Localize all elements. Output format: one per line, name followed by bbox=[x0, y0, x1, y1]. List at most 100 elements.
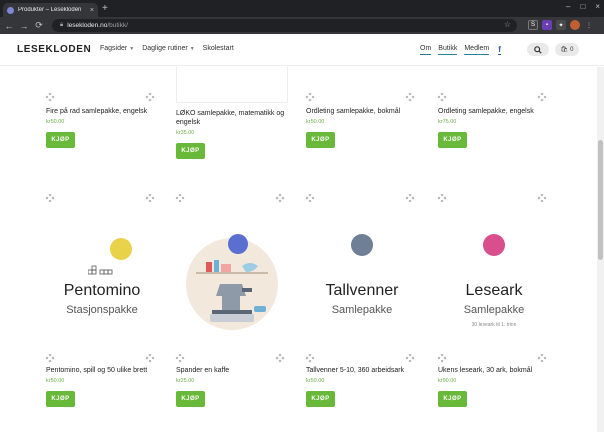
close-window-button[interactable]: × bbox=[595, 2, 600, 11]
product-subtitle: Samlepakke bbox=[463, 304, 525, 316]
product-name[interactable]: Ordleting samlepakke, bokmål bbox=[306, 107, 418, 116]
nav-item-fagsider[interactable]: Fagsider ▼ bbox=[100, 45, 134, 52]
corner-dots bbox=[305, 353, 315, 363]
product-image[interactable]: Leseark Samlepakke 30 leseark til 1. tri… bbox=[437, 193, 550, 366]
search-icon bbox=[534, 45, 542, 54]
product-name[interactable]: Ordleting samlepakke, engelsk bbox=[438, 107, 550, 116]
product-price: kr50.00 bbox=[46, 378, 65, 384]
nav-label: Daglige rutiner bbox=[142, 45, 188, 52]
cart-button[interactable]: 🛍︎ 0 bbox=[555, 43, 579, 56]
product-card[interactable]: Leseark Samlepakke 30 leseark til 1. tri… bbox=[437, 193, 550, 407]
facebook-icon[interactable]: f bbox=[498, 45, 501, 55]
buy-button[interactable]: KJØP bbox=[46, 391, 75, 407]
corner-dots bbox=[175, 353, 185, 363]
nav-label: Fagsider bbox=[100, 45, 128, 52]
corner-dots bbox=[145, 353, 155, 363]
product-image[interactable] bbox=[437, 67, 550, 107]
buy-button[interactable]: KJØP bbox=[46, 132, 75, 148]
buy-button[interactable]: KJØP bbox=[306, 391, 335, 407]
url-text: lesekloden.no/butikk/ bbox=[67, 22, 128, 29]
product-image[interactable] bbox=[305, 67, 418, 107]
product-card[interactable]: Spander en kaffe kr25.00 KJØP bbox=[175, 193, 288, 407]
globe-logo-icon bbox=[351, 234, 373, 256]
corner-dots bbox=[45, 92, 55, 102]
product-subtitle: Stasjonspakke bbox=[66, 304, 138, 316]
corner-dots bbox=[45, 193, 55, 203]
product-price: kr35.00 bbox=[176, 130, 195, 136]
nav-item-skolestart[interactable]: Skolestart bbox=[203, 45, 234, 52]
extension-purple-icon[interactable]: ▪ bbox=[542, 20, 552, 30]
reload-button[interactable]: ⟳ bbox=[33, 20, 45, 31]
product-price: kr50.00 bbox=[46, 119, 65, 125]
buy-button[interactable]: KJØP bbox=[438, 132, 467, 148]
buy-button[interactable]: KJØP bbox=[438, 391, 467, 407]
minimize-button[interactable]: – bbox=[566, 2, 570, 11]
url-host: lesekloden.no bbox=[67, 22, 108, 29]
nav-link-butikk[interactable]: Butikk bbox=[438, 45, 458, 55]
extensions-area: S ▪ ✦ ⋮ bbox=[528, 20, 594, 30]
product-image[interactable]: Pentomino Stasjonspakke bbox=[45, 193, 158, 366]
corner-dots bbox=[437, 92, 447, 102]
product-name[interactable]: Fire på rad samlepakke, engelsk bbox=[46, 107, 158, 116]
search-button[interactable] bbox=[527, 43, 549, 56]
chevron-down-icon: ▼ bbox=[129, 46, 135, 52]
forward-button[interactable]: → bbox=[18, 21, 30, 31]
corner-dots bbox=[437, 193, 447, 203]
nav-link-medlem[interactable]: Medlem bbox=[464, 45, 490, 55]
corner-dots bbox=[305, 92, 315, 102]
chevron-down-icon: ▼ bbox=[189, 46, 195, 52]
address-bar[interactable]: 🔒︎ lesekloden.no/butikk/ ☆ bbox=[52, 19, 517, 32]
back-button[interactable]: ← bbox=[3, 21, 15, 31]
pentomino-blocks-icon bbox=[88, 265, 113, 275]
globe-logo-icon bbox=[483, 234, 505, 256]
product-name[interactable]: Spander en kaffe bbox=[176, 366, 288, 375]
corner-dots bbox=[537, 353, 547, 363]
cart-count: 0 bbox=[570, 46, 574, 53]
scrollbar-thumb[interactable] bbox=[598, 140, 603, 260]
lock-icon: 🔒︎ bbox=[60, 22, 64, 28]
maximize-button[interactable]: □ bbox=[580, 2, 585, 11]
product-card[interactable]: Tallvenner Samlepakke Tallvenner 5-10, 3… bbox=[305, 193, 418, 407]
product-card[interactable]: Ordleting samlepakke, bokmål kr50.00 KJØ… bbox=[305, 67, 418, 148]
corner-dots bbox=[405, 353, 415, 363]
product-name[interactable]: Pentomino, spill og 50 ulike brett bbox=[46, 366, 158, 375]
corner-dots bbox=[537, 92, 547, 102]
product-name[interactable]: Tallvenner 5-10, 360 arbeidsark bbox=[306, 366, 418, 375]
corner-dots bbox=[175, 193, 185, 203]
product-card[interactable]: Ordleting samlepakke, engelsk kr75.00 KJ… bbox=[437, 67, 550, 148]
corner-dots bbox=[437, 353, 447, 363]
buy-button[interactable]: KJØP bbox=[176, 391, 205, 407]
product-card[interactable]: Pentomino Stasjonspakke Pentomino, spill… bbox=[45, 193, 158, 407]
product-card[interactable]: LØKO samlepakke, matematikk og engelsk k… bbox=[176, 67, 288, 159]
extension-puzzle-icon[interactable]: ✦ bbox=[556, 20, 566, 30]
product-price: kr50.00 bbox=[306, 378, 325, 384]
bookmark-star-icon[interactable]: ☆ bbox=[504, 20, 511, 29]
product-card[interactable]: Fire på rad samlepakke, engelsk kr50.00 … bbox=[45, 67, 158, 148]
extension-s-icon[interactable]: S bbox=[528, 20, 538, 30]
product-price: kr75.00 bbox=[438, 119, 457, 125]
globe-logo-icon bbox=[110, 238, 132, 260]
nav-link-om[interactable]: Om bbox=[420, 45, 432, 55]
buy-button[interactable]: KJØP bbox=[176, 143, 205, 159]
browser-tab[interactable]: Produkter – Lesekloden × bbox=[3, 3, 98, 17]
browser-menu-icon[interactable]: ⋮ bbox=[584, 20, 594, 30]
close-tab-icon[interactable]: × bbox=[90, 7, 94, 14]
product-name[interactable]: LØKO samlepakke, matematikk og engelsk bbox=[176, 109, 288, 127]
corner-dots bbox=[305, 193, 315, 203]
corner-dots bbox=[537, 193, 547, 203]
buy-button[interactable]: KJØP bbox=[306, 132, 335, 148]
product-title: Tallvenner bbox=[325, 282, 399, 299]
product-name[interactable]: Ukens leseark, 30 ark, bokmål bbox=[438, 366, 550, 375]
product-image[interactable]: Tallvenner Samlepakke bbox=[305, 193, 418, 366]
new-tab-button[interactable]: + bbox=[102, 3, 108, 15]
nav-item-daglige-rutiner[interactable]: Daglige rutiner ▼ bbox=[142, 45, 194, 52]
site-header: LESEKLODEN Fagsider ▼ Daglige rutiner ▼ Sk… bbox=[0, 34, 604, 66]
product-image[interactable] bbox=[175, 193, 288, 366]
profile-avatar-icon[interactable] bbox=[570, 20, 580, 30]
product-image[interactable] bbox=[176, 67, 288, 103]
browser-tab-bar: Produkter – Lesekloden × + – □ × bbox=[0, 0, 604, 17]
corner-dots bbox=[405, 92, 415, 102]
product-title: Leseark bbox=[465, 282, 523, 299]
product-image[interactable] bbox=[45, 67, 158, 107]
site-logo[interactable]: LESEKLODEN bbox=[17, 44, 91, 55]
